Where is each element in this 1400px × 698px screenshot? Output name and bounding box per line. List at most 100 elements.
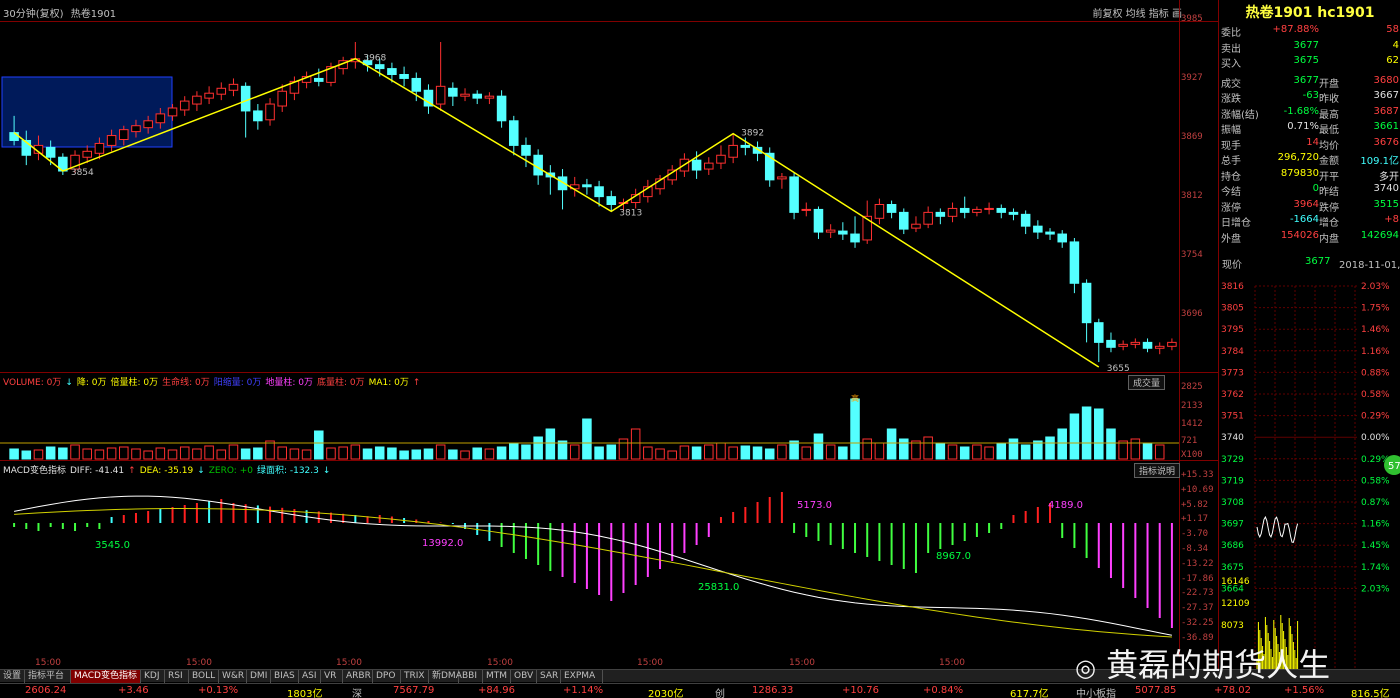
mini-right-label: 1.45% [1361, 541, 1390, 551]
status-item: 5077.85 [1135, 685, 1177, 696]
tab-14[interactable]: 新DMA [429, 670, 462, 683]
wave-label: 3892 [741, 129, 764, 139]
quote-cell: +8 [1384, 214, 1399, 225]
quote-cell: 3964 [1293, 198, 1319, 210]
candle-body [216, 87, 227, 95]
status-item: 中小板指 [1076, 689, 1116, 698]
volume-bar [716, 442, 726, 460]
volume-bar [167, 449, 178, 460]
candle [1118, 340, 1128, 351]
volume-bar [374, 446, 385, 460]
volume-bar [1033, 440, 1043, 460]
candle [1142, 338, 1153, 353]
volume-bar [472, 447, 482, 460]
candle [923, 206, 933, 229]
tab-19[interactable]: EXPMA [561, 670, 603, 683]
volume-bar [606, 444, 617, 460]
tab-18[interactable]: SAR [537, 670, 561, 683]
candle-body [959, 207, 970, 213]
candle [1057, 230, 1067, 248]
price-axis-label: 3812 [1181, 191, 1203, 201]
volume-bar [740, 445, 751, 460]
candle [789, 172, 799, 220]
candlestick-chart[interactable]: 3854 3968 3813 3892 3655 [0, 22, 1179, 372]
volume-bar [448, 449, 458, 460]
candle [569, 176, 580, 197]
tab-7[interactable]: DMI [247, 670, 271, 683]
tab-0[interactable]: 设置 [0, 670, 25, 683]
candle [1094, 318, 1104, 363]
quote-cell: 卖出 [1221, 43, 1241, 55]
candle [204, 86, 214, 105]
intraday-mini-chart[interactable]: 3816 2.03% 3805 1.75% 3795 1.46% 3784 1.16% 3773… [1219, 282, 1400, 669]
macd-area-label: 8967.0 [936, 551, 971, 562]
candle-body [825, 229, 836, 233]
quote-cell: 3676 [1373, 136, 1399, 148]
time-axis-label: 15:00 [637, 658, 663, 668]
tab-5[interactable]: BOLL [189, 670, 219, 683]
tab-3[interactable]: KDJ [141, 670, 165, 683]
tab-10[interactable]: VR [321, 670, 343, 683]
quote-cell: -1.68% [1283, 105, 1319, 117]
quote-cell: 昨收 [1319, 94, 1339, 105]
volume-bar [1094, 408, 1104, 460]
candle-body [716, 154, 726, 164]
quote-row: 涨停 3964 跌停 3515 [1219, 198, 1400, 214]
period-label[interactable]: 30分钟(复权) [3, 9, 64, 20]
candle-body [448, 87, 458, 97]
volume-bar [838, 446, 848, 460]
tab-9[interactable]: ASI [299, 670, 321, 683]
candle [435, 42, 446, 111]
tab-12[interactable]: DPO [373, 670, 401, 683]
tab-1[interactable]: 指标平台 [25, 670, 71, 683]
mini-right-label: 1.16% [1361, 347, 1390, 357]
volume-bar [1130, 438, 1141, 460]
candle [399, 66, 409, 87]
quote-cell: 昨结 [1319, 187, 1339, 198]
candle-body [1167, 341, 1177, 347]
status-item: 创 [715, 689, 725, 698]
quote-row: 日增仓 -1664 增仓 +8 [1219, 213, 1400, 229]
volume-chart[interactable]: 高 [0, 387, 1179, 460]
volume-bar [435, 444, 446, 460]
macd-chart[interactable]: 3545.0 13992.0 25831.0 5173.0 8967.0 4189.0 [0, 474, 1179, 657]
highlight-box [1, 76, 173, 148]
tab-16[interactable]: MTM [483, 670, 511, 683]
quote-row: 外盘 154026 内盘 142694 [1219, 229, 1400, 245]
chart-tools[interactable]: 前复权 均线 指标 画 [1092, 5, 1182, 20]
mini-left-label: 3708 [1221, 498, 1244, 508]
candle-body [886, 204, 897, 213]
quote-row: 卖出 3677 4 [1219, 39, 1400, 55]
tab-11[interactable]: ARBR [343, 670, 373, 683]
macd-axis-label: -3.70 [1181, 529, 1209, 540]
volume-bar [94, 449, 105, 460]
quote-cell: 142694 [1360, 229, 1399, 241]
tab-8[interactable]: BIAS [271, 670, 299, 683]
tab-4[interactable]: RSI [165, 670, 189, 683]
tab-2[interactable]: MACD变色指标 [71, 670, 141, 683]
volume-bar [496, 446, 507, 460]
volume-bar [265, 440, 275, 460]
mini-left-label: 3751 [1221, 412, 1244, 422]
tab-17[interactable]: OBV [511, 670, 537, 683]
candle [216, 82, 227, 101]
candle [350, 42, 361, 69]
candle [813, 206, 824, 239]
volume-bar [9, 448, 19, 460]
candle-body [850, 233, 860, 243]
tab-15[interactable]: BBI [459, 670, 483, 683]
candle-body [496, 95, 507, 122]
wave-label: 3968 [363, 54, 386, 64]
watermark-text: 黄磊的期货人生 [1106, 646, 1331, 684]
candle [728, 133, 738, 164]
volume-bar [1057, 428, 1067, 460]
macd-axis-label: +1.17 [1181, 514, 1209, 525]
volume-bar [789, 440, 799, 460]
tab-6[interactable]: W&R [219, 670, 247, 683]
macd-area-label: 13992.0 [422, 538, 463, 549]
macd-area-label: 25831.0 [698, 582, 739, 593]
volume-bar [1069, 413, 1080, 460]
quote-cell: 均价 [1319, 140, 1339, 152]
volume-bar [1045, 436, 1055, 460]
tab-13[interactable]: TRIX [401, 670, 429, 683]
